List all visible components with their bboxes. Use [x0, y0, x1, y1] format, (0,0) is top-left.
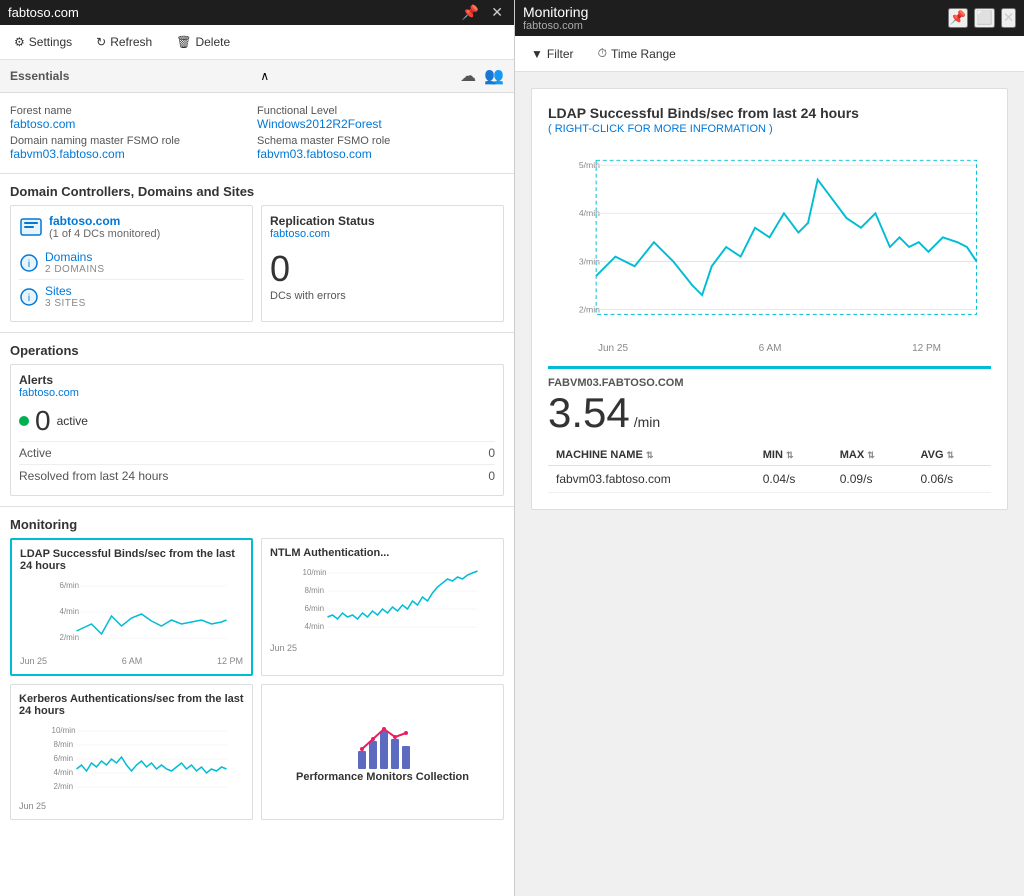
settings-icon: ⚙ — [14, 35, 25, 49]
sites-icon: i — [19, 287, 39, 307]
sort-icon-machine[interactable]: ⇅ — [646, 450, 654, 460]
sort-icon-avg[interactable]: ⇅ — [947, 450, 955, 460]
dc-card-header: fabtoso.com (1 of 4 DCs monitored) — [19, 214, 244, 240]
max-header: MAX ⇅ — [832, 445, 913, 466]
ntlm-chart: 10/min 8/min 6/min 4/min — [270, 563, 495, 643]
right-panel: Monitoring fabtoso.com 📌 ⬜ ✕ ▼ Filter ⏱ … — [515, 0, 1024, 896]
machine-name-header: MACHINE NAME ⇅ — [548, 445, 755, 466]
active-ops-row: Active 0 — [19, 441, 495, 464]
ntlm-chart-labels: Jun 25 — [270, 643, 495, 653]
refresh-button[interactable]: ↻ Refresh — [92, 33, 156, 51]
essentials-bar: Essentials ∧ ☁ 👥 — [0, 60, 514, 93]
ldap-monitor-card[interactable]: LDAP Successful Binds/sec from the last … — [10, 538, 253, 676]
svg-text:6/min: 6/min — [54, 754, 74, 763]
functional-level-item: Functional Level Windows2012R2Forest — [257, 103, 504, 133]
monitoring-grid: LDAP Successful Binds/sec from the last … — [10, 538, 504, 676]
perf-chart-icon — [353, 721, 413, 771]
settings-button[interactable]: ⚙ Settings — [10, 33, 76, 51]
right-content: LDAP Successful Binds/sec from last 24 h… — [515, 72, 1024, 896]
right-pin-button[interactable]: 📌 — [948, 8, 969, 28]
ldap-chart-labels: Jun 25 6 AM 12 PM — [20, 656, 243, 666]
dc-card: fabtoso.com (1 of 4 DCs monitored) i Dom… — [10, 205, 253, 322]
avg-header: AVG ⇅ — [912, 445, 991, 466]
svg-text:6/min: 6/min — [305, 604, 325, 613]
right-panel-subtitle: fabtoso.com — [523, 20, 588, 32]
domains-icon: i — [19, 253, 39, 273]
pin-button[interactable]: 📌 — [459, 4, 482, 21]
monitoring-section: LDAP Successful Binds/sec from the last … — [0, 538, 514, 830]
left-panel-title: fabtoso.com — [8, 5, 79, 20]
ldap-chart: 6/min 4/min 2/min — [20, 576, 243, 656]
right-restore-button[interactable]: ⬜ — [974, 8, 995, 28]
main-chart-card: LDAP Successful Binds/sec from last 24 h… — [531, 88, 1008, 510]
left-titlebar-controls: 📌 ✕ — [459, 4, 506, 21]
right-titlebar: Monitoring fabtoso.com 📌 ⬜ ✕ — [515, 0, 1024, 36]
time-range-button[interactable]: ⏱ Time Range — [594, 44, 680, 63]
dc-grid: fabtoso.com (1 of 4 DCs monitored) i Dom… — [0, 205, 514, 333]
kerberos-chart: 10/min 8/min 6/min 4/min 2/min — [19, 721, 244, 801]
delete-button[interactable]: 🗑 Delete — [172, 33, 234, 51]
cloud-icon[interactable]: ☁ — [460, 66, 476, 86]
right-panel-title: Monitoring — [523, 4, 588, 20]
domains-item: i Domains 2 DOMAINS — [19, 246, 244, 280]
svg-text:i: i — [28, 293, 30, 304]
forest-name-item: Forest name fabtoso.com — [10, 103, 257, 133]
filter-icon: ▼ — [531, 47, 543, 61]
left-panel-content: Essentials ∧ ☁ 👥 Forest name fabtoso.com… — [0, 60, 514, 896]
current-value-section: FABVM03.FABTOSO.COM 3.54 /min — [548, 366, 991, 437]
min-header: MIN ⇅ — [755, 445, 832, 466]
right-titlebar-controls: 📌 ⬜ ✕ — [948, 8, 1016, 28]
filter-button[interactable]: ▼ Filter — [527, 45, 578, 63]
svg-text:8/min: 8/min — [54, 740, 74, 749]
svg-text:10/min: 10/min — [303, 568, 327, 577]
left-panel: fabtoso.com 📌 ✕ ⚙ Settings ↻ Refresh 🗑 D… — [0, 0, 515, 896]
sort-icon-min[interactable]: ⇅ — [786, 450, 794, 460]
svg-text:i: i — [28, 259, 30, 270]
svg-text:10/min: 10/min — [52, 726, 76, 735]
close-left-button[interactable]: ✕ — [488, 4, 506, 21]
right-toolbar: ▼ Filter ⏱ Time Range — [515, 36, 1024, 72]
essentials-collapse-icon[interactable]: ∧ — [260, 69, 269, 83]
delete-icon: 🗑 — [176, 35, 191, 49]
clock-icon: ⏱ — [598, 46, 607, 61]
green-dot-icon — [19, 416, 29, 426]
dc-card-icon — [19, 215, 43, 239]
right-close-button[interactable]: ✕ — [1001, 8, 1016, 28]
table-row: fabvm03.fabtoso.com 0.04/s 0.09/s 0.06/s — [548, 466, 991, 493]
monitoring-section-title: Monitoring — [0, 507, 514, 538]
kerberos-monitor-card[interactable]: Kerberos Authentications/sec from the la… — [10, 684, 253, 820]
metrics-table: MACHINE NAME ⇅ MIN ⇅ MAX ⇅ AVG — [548, 445, 991, 493]
perf-monitors-card[interactable]: Performance Monitors Collection — [261, 684, 504, 820]
sort-icon-max[interactable]: ⇅ — [867, 450, 875, 460]
essentials-icons: ☁ 👥 — [460, 66, 504, 86]
svg-text:4/min: 4/min — [305, 622, 325, 631]
svg-text:2/min: 2/min — [60, 633, 80, 642]
svg-text:8/min: 8/min — [305, 586, 325, 595]
svg-text:4/min: 4/min — [60, 607, 80, 616]
schema-master-item: Schema master FSMO role fabvm03.fabtoso.… — [257, 133, 504, 163]
svg-text:4/min: 4/min — [54, 768, 74, 777]
main-chart: 5/min 4/min 3/min 2/min — [548, 147, 991, 347]
alert-row: 0 active — [19, 405, 495, 437]
sites-item: i Sites 3 SITES — [19, 280, 244, 313]
svg-text:6/min: 6/min — [60, 581, 80, 590]
domain-naming-item: Domain naming master FSMO role fabvm03.f… — [10, 133, 257, 163]
monitoring-grid-bottom: Kerberos Authentications/sec from the la… — [10, 684, 504, 820]
dc-section-title: Domain Controllers, Domains and Sites — [0, 174, 514, 205]
essentials-grid: Forest name fabtoso.com Functional Level… — [0, 93, 514, 174]
essentials-label: Essentials — [10, 69, 69, 83]
operations-title: Operations — [0, 333, 514, 364]
refresh-icon: ↻ — [96, 35, 106, 49]
replication-card: Replication Status fabtoso.com 0 DCs wit… — [261, 205, 504, 322]
svg-text:2/min: 2/min — [54, 782, 74, 791]
ntlm-monitor-card[interactable]: NTLM Authentication... 10/min 8/min 6/mi… — [261, 538, 504, 676]
users-icon[interactable]: 👥 — [484, 66, 504, 86]
resolved-ops-row: Resolved from last 24 hours 0 — [19, 464, 495, 487]
left-titlebar: fabtoso.com 📌 ✕ — [0, 0, 514, 25]
operations-section: Alerts fabtoso.com 0 active Active 0 Res… — [0, 364, 514, 507]
left-toolbar: ⚙ Settings ↻ Refresh 🗑 Delete — [0, 25, 514, 60]
ops-card: Alerts fabtoso.com 0 active Active 0 Res… — [10, 364, 504, 496]
